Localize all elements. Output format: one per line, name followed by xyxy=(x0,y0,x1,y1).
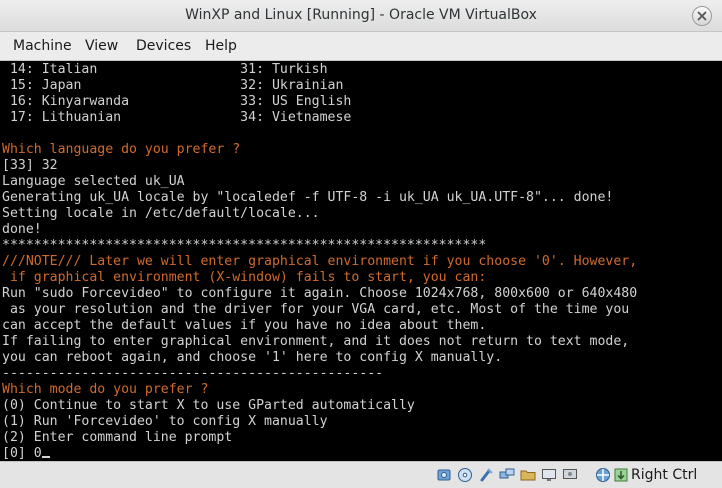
menu-help[interactable]: Help xyxy=(205,38,237,54)
usb-icon[interactable] xyxy=(477,466,495,484)
close-icon xyxy=(697,11,707,21)
menu-bar: Machine View Devices Help xyxy=(0,32,722,61)
close-button[interactable] xyxy=(692,6,712,26)
terminal-line: ****************************************… xyxy=(2,238,487,253)
terminal-line: 15: Japan 32: Ukrainian xyxy=(2,78,344,93)
terminal-line: Setting locale in /etc/default/locale... xyxy=(2,206,320,221)
terminal-prompt: [0] 0 xyxy=(2,446,42,461)
status-bar: Right Ctrl xyxy=(0,461,722,488)
terminal-line: Run "sudo Forcevideo" to configure it ag… xyxy=(2,286,638,301)
host-key-label: Right Ctrl xyxy=(631,467,698,483)
network-icon[interactable] xyxy=(498,466,516,484)
terminal-line: 17: Lithuanian 34: Vietnamese xyxy=(2,110,352,125)
menu-machine[interactable]: Machine xyxy=(13,38,72,54)
terminal-line: 16: Kinyarwanda 33: US English xyxy=(2,94,352,109)
terminal-line: if graphical environment (X-window) fail… xyxy=(2,270,487,285)
terminal-prompt-line: [0] 0 xyxy=(2,446,50,461)
display-icon[interactable] xyxy=(540,466,558,484)
menu-view[interactable]: View xyxy=(85,38,118,54)
terminal-line: If failing to enter graphical environmen… xyxy=(2,334,630,349)
terminal-line: Which mode do you prefer ? xyxy=(2,382,209,397)
terminal-line: done! xyxy=(2,222,42,237)
terminal-line: Language selected uk_UA xyxy=(2,174,185,189)
terminal-line: ----------------------------------------… xyxy=(2,366,384,381)
terminal-line: ///NOTE/// Later we will enter graphical… xyxy=(2,254,638,269)
terminal-line: you can reboot again, and choose '1' her… xyxy=(2,350,503,365)
terminal-line: 14: Italian 31: Turkish xyxy=(2,62,328,77)
vm-screen[interactable]: 14: Italian 31: Turkish 15: Japan 32: Uk… xyxy=(0,61,722,461)
terminal-line: Which language do you prefer ? xyxy=(2,142,241,157)
video-capture-icon[interactable] xyxy=(561,466,579,484)
terminal-line: Generating uk_UA locale by "localedef -f… xyxy=(2,190,614,205)
terminal-line: can accept the default values if you hav… xyxy=(2,318,487,333)
hard-disk-icon[interactable] xyxy=(435,466,453,484)
menu-devices[interactable]: Devices xyxy=(136,38,191,54)
keyboard-capture-icon[interactable] xyxy=(612,466,630,484)
terminal-line: (0) Continue to start X to use GParted a… xyxy=(2,398,415,413)
shared-folders-icon[interactable] xyxy=(519,466,537,484)
optical-disc-icon[interactable] xyxy=(456,466,474,484)
text-cursor xyxy=(41,456,50,458)
mouse-integration-icon[interactable] xyxy=(594,466,612,484)
terminal-line: [33] 32 xyxy=(2,158,58,173)
terminal-line: as your resolution and the driver for yo… xyxy=(2,302,630,317)
terminal-line: (2) Enter command line prompt xyxy=(2,430,233,445)
window-titlebar[interactable]: WinXP and Linux [Running] - Oracle VM Vi… xyxy=(0,0,722,32)
terminal-line: (1) Run 'Forcevideo' to config X manuall… xyxy=(2,414,328,429)
window-title: WinXP and Linux [Running] - Oracle VM Vi… xyxy=(185,7,537,23)
